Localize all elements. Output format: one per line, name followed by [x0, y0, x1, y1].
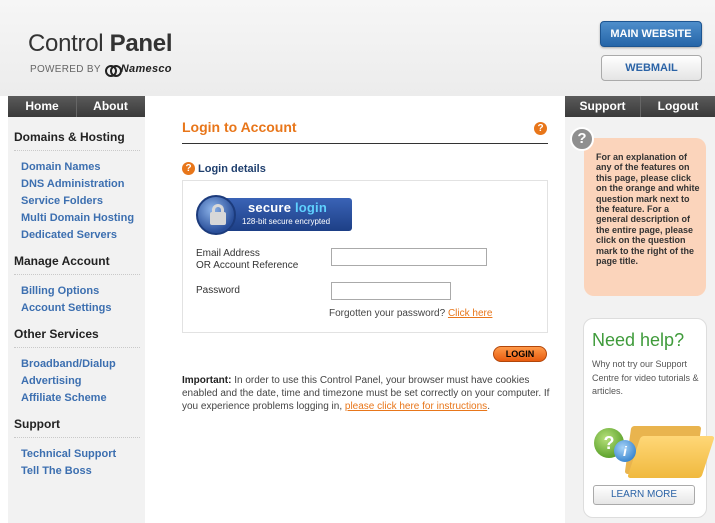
forgot-password-text: Forgotten your password? Click here: [329, 308, 493, 319]
sidebar-link-multi-domain-hosting[interactable]: Multi Domain Hosting: [21, 210, 140, 227]
nav-support[interactable]: Support: [565, 96, 640, 117]
sidebar-link-dns-administration[interactable]: DNS Administration: [21, 176, 140, 193]
important-notice: Important: In order to use this Control …: [182, 375, 550, 412]
help-illustration: ? i: [590, 412, 715, 482]
sidebar-link-billing-options[interactable]: Billing Options: [21, 283, 140, 300]
powered-by: POWERED BY Namesco: [30, 63, 172, 77]
login-details-heading: ? Login details: [182, 162, 266, 175]
email-label: Email Address OR Account Reference: [196, 248, 299, 271]
padlock-icon: [196, 195, 236, 235]
login-button[interactable]: LOGIN: [493, 346, 547, 362]
powered-by-label: POWERED BY: [30, 63, 101, 75]
sidebar-section-title: Other Services: [14, 327, 140, 348]
left-nav-bar: Home About: [8, 96, 145, 117]
sidebar-section-domains: Domains & Hosting Domain Names DNS Admin…: [14, 130, 140, 244]
instructions-link[interactable]: please click here for instructions: [345, 401, 487, 412]
namesco-logo-icon: [104, 64, 122, 77]
secure-login-badge: secure login 128-bit secure encrypted: [196, 195, 352, 235]
padlock-body: [210, 212, 226, 225]
secure-badge-title: secure login: [248, 200, 327, 215]
sidebar-section-support: Support Technical Support Tell The Boss: [14, 417, 140, 480]
info-icon: i: [614, 440, 636, 462]
sidebar-link-account-settings[interactable]: Account Settings: [21, 300, 140, 317]
sidebar-link-service-folders[interactable]: Service Folders: [21, 193, 140, 210]
namesco-logo: Namesco: [104, 63, 172, 77]
need-help-title: Need help?: [592, 330, 685, 350]
learn-more-button[interactable]: LEARN MORE: [593, 485, 695, 505]
nav-about[interactable]: About: [76, 96, 144, 117]
sidebar-link-technical-support[interactable]: Technical Support: [21, 446, 140, 463]
email-field[interactable]: [331, 248, 487, 266]
page-title: Login to Account: [182, 119, 297, 135]
sidebar-link-domain-names[interactable]: Domain Names: [21, 159, 140, 176]
need-help-text: Why not try our Support Centre for video…: [592, 359, 699, 396]
right-nav-bar: Support Logout: [565, 96, 715, 117]
question-icon: ?: [570, 127, 594, 151]
info-panel-text: For an explanation of any of the feature…: [596, 152, 700, 267]
sidebar-section-title: Manage Account: [14, 254, 140, 275]
secure-badge-subtitle: 128-bit secure encrypted: [242, 217, 331, 226]
title-divider: [182, 143, 548, 144]
sidebar-link-broadband-dialup[interactable]: Broadband/Dialup: [21, 356, 140, 373]
sidebar-link-advertising[interactable]: Advertising: [21, 373, 140, 390]
sidebar-section-title: Support: [14, 417, 140, 438]
sidebar-link-tell-the-boss[interactable]: Tell The Boss: [21, 463, 140, 480]
sidebar-link-dedicated-servers[interactable]: Dedicated Servers: [21, 227, 140, 244]
main-website-button[interactable]: MAIN WEBSITE: [600, 21, 702, 47]
page-help-icon[interactable]: ?: [534, 122, 547, 135]
sidebar-section-manage-account: Manage Account Billing Options Account S…: [14, 254, 140, 317]
sidebar: Domains & Hosting Domain Names DNS Admin…: [14, 130, 140, 490]
webmail-button[interactable]: WEBMAIL: [601, 55, 702, 81]
nav-logout[interactable]: Logout: [640, 96, 715, 117]
nav-home[interactable]: Home: [8, 96, 76, 117]
password-field[interactable]: [331, 282, 451, 300]
folder-icon: [627, 436, 715, 478]
sidebar-section-other-services: Other Services Broadband/Dialup Advertis…: [14, 327, 140, 407]
sidebar-section-title: Domains & Hosting: [14, 130, 140, 151]
forgot-password-link[interactable]: Click here: [448, 308, 492, 319]
login-details-label: Login details: [198, 162, 266, 175]
app-title: Control Panel: [28, 30, 173, 57]
login-details-help-icon[interactable]: ?: [182, 162, 195, 175]
password-label: Password: [196, 285, 240, 296]
sidebar-link-affiliate-scheme[interactable]: Affiliate Scheme: [21, 390, 140, 407]
